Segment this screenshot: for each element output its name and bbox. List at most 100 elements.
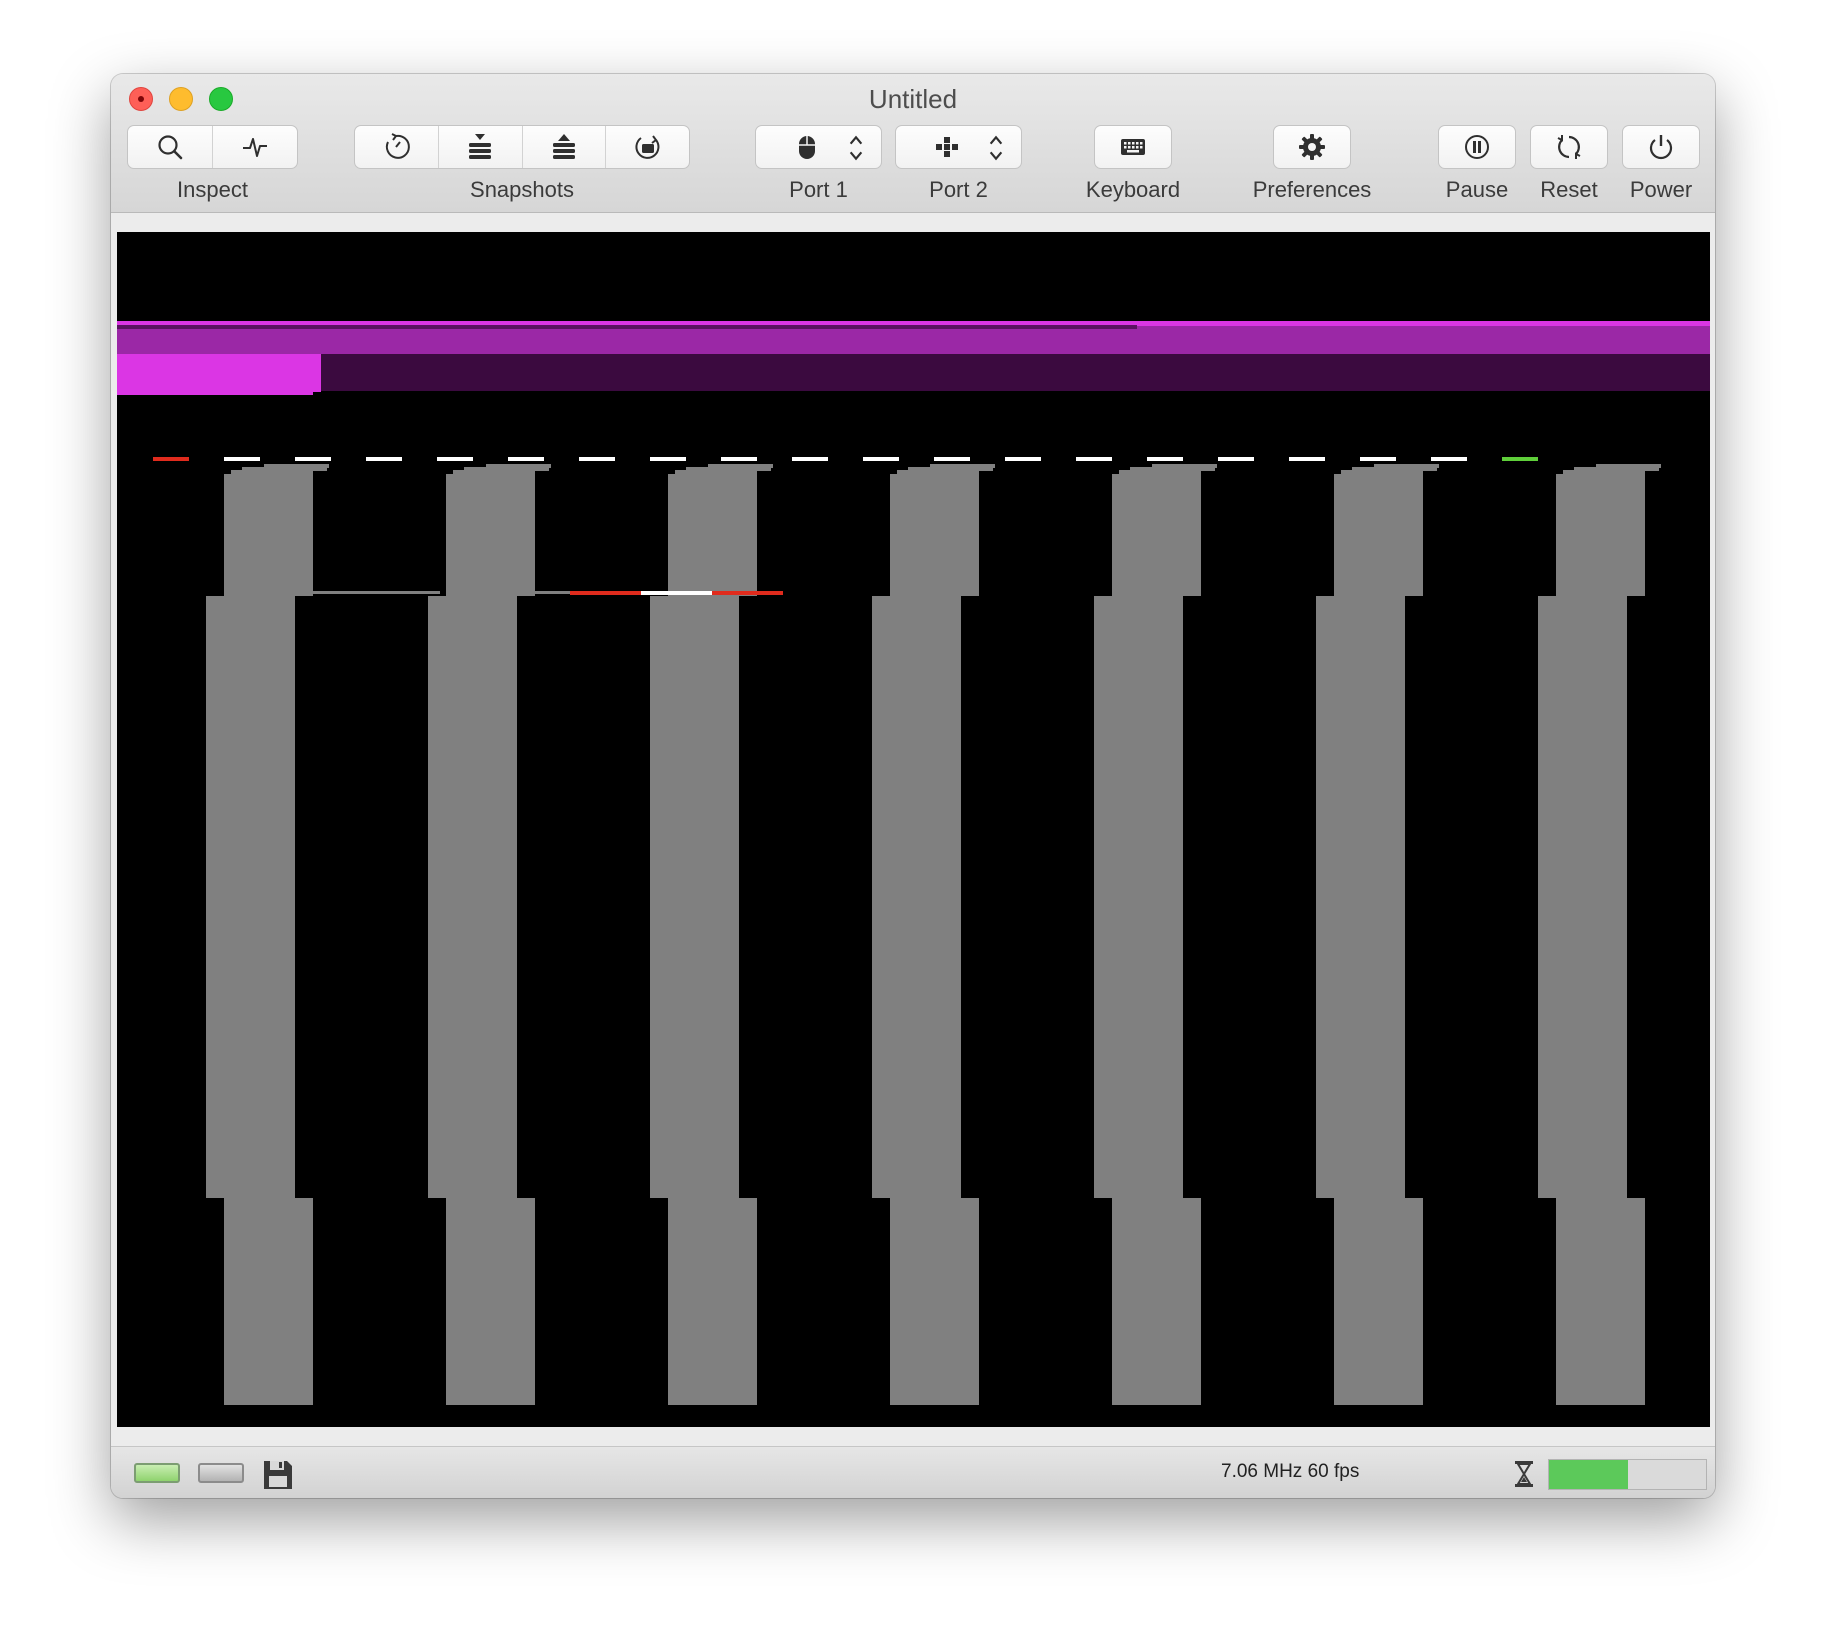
emulator-display (117, 321, 1710, 1405)
marker-dash (1502, 457, 1538, 461)
window-title: Untitled (868, 84, 958, 114)
pillar-middle-segment (1094, 596, 1183, 1198)
inspect-group (127, 125, 298, 169)
keyboard-cell[interactable] (1095, 126, 1171, 168)
browse-snapshots-icon (635, 135, 660, 159)
drive-df1-icon[interactable] (198, 1463, 244, 1483)
snapshots-group (354, 125, 690, 169)
activity-meter-fill (1549, 1460, 1628, 1489)
marker-dash (1289, 457, 1325, 461)
restore-snapshot-icon (552, 134, 575, 159)
reset-cell[interactable] (1531, 126, 1607, 168)
pillar-bottom-segment (1112, 1198, 1201, 1405)
pillar-middle-segment (650, 596, 739, 1198)
marker-dash (508, 457, 544, 461)
pillar-bottom-segment (890, 1198, 979, 1405)
magenta-block-edge (117, 391, 313, 395)
pillar-bottom-segment (1556, 1198, 1645, 1405)
gear-icon (1299, 134, 1325, 160)
preferences-cell[interactable] (1274, 126, 1350, 168)
pillar-top-segment (224, 474, 313, 596)
connector-line-red-2 (712, 591, 783, 595)
connector-line-1 (312, 591, 440, 594)
marker-dash (153, 457, 189, 461)
keyboard-icon (1121, 139, 1145, 155)
port2-label: Port 2 (929, 177, 988, 202)
marker-dash (1218, 457, 1254, 461)
pillar-top-segment (1334, 474, 1423, 596)
pillar-middle-segment (1538, 596, 1627, 1198)
port2-popup[interactable] (895, 125, 1022, 169)
connector-line-white (641, 591, 712, 595)
inspect-button[interactable] (128, 126, 213, 168)
port1-selector[interactable] (756, 126, 881, 168)
pause-icon (1465, 135, 1489, 159)
chevron-up-down-icon (989, 135, 1003, 161)
pillar-top-segment (1112, 474, 1201, 596)
marker-dash (1147, 457, 1183, 461)
power-button[interactable] (1622, 125, 1700, 169)
pillar-top-step (264, 464, 329, 468)
auto-snapshot-button[interactable] (355, 126, 439, 168)
pillar-top-segment (1556, 474, 1645, 596)
reset-icon (1557, 135, 1581, 159)
connector-line-red-1 (570, 591, 641, 595)
pause-label: Pause (1445, 177, 1509, 202)
emulator-window: Untitled Inspect Snapshots Port 1 Port 2… (111, 74, 1715, 1498)
auto-snapshot-icon (386, 133, 411, 159)
pillar-bottom-segment (224, 1198, 313, 1405)
reset-button[interactable] (1530, 125, 1608, 169)
preferences-button[interactable] (1273, 125, 1351, 169)
marker-dash (721, 457, 757, 461)
floppy-disk-icon[interactable] (261, 1458, 295, 1492)
title-bar: Untitled Inspect Snapshots Port 1 Port 2… (111, 74, 1715, 213)
marker-dash (1005, 457, 1041, 461)
port1-popup[interactable] (755, 125, 882, 169)
take-snapshot-icon (469, 134, 492, 159)
emulator-screen[interactable] (117, 232, 1710, 1427)
marker-dash (792, 457, 828, 461)
marker-dash (934, 457, 970, 461)
pillar-top-step (930, 464, 995, 468)
pause-button[interactable] (1438, 125, 1516, 169)
hourglass-icon[interactable] (1511, 1459, 1537, 1489)
status-bar: 7.06 MHz 60 fps (111, 1446, 1715, 1498)
pillar-middle-segment (206, 596, 295, 1198)
pillar-bottom-segment (1334, 1198, 1423, 1405)
pillar-bottom-segment (668, 1198, 757, 1405)
port2-selector[interactable] (896, 126, 1021, 168)
pillar-top-step (1596, 464, 1661, 468)
drive-df0-icon[interactable] (134, 1463, 180, 1483)
marker-dash (1360, 457, 1396, 461)
magenta-band-mid (117, 326, 1710, 354)
restore-snapshot-button[interactable] (523, 126, 607, 168)
pillar-middle-segment (1316, 596, 1405, 1198)
magenta-block (117, 354, 321, 392)
marker-dash (1076, 457, 1112, 461)
take-snapshot-button[interactable] (439, 126, 523, 168)
marker-row (153, 457, 1538, 461)
speed-readout: 7.06 MHz 60 fps (1221, 1461, 1360, 1482)
preferences-label: Preferences (1252, 177, 1372, 202)
activity-meter (1548, 1459, 1707, 1490)
joystick-icon (936, 137, 958, 157)
pause-cell[interactable] (1439, 126, 1515, 168)
inspect-label: Inspect (177, 177, 248, 202)
keyboard-button[interactable] (1094, 125, 1172, 169)
connector-line-2 (532, 591, 570, 594)
keyboard-label: Keyboard (1085, 177, 1181, 202)
browse-snapshots-button[interactable] (606, 126, 689, 168)
marker-dash (863, 457, 899, 461)
pillar-middle-segment (872, 596, 961, 1198)
pillar-middle-segment (428, 596, 517, 1198)
pillar-top-segment (890, 474, 979, 596)
power-icon (1649, 135, 1673, 160)
mouse-icon (799, 136, 815, 159)
pillar-top-step (1152, 464, 1217, 468)
monitor-button[interactable] (213, 126, 297, 168)
pillar-top-segment (668, 474, 757, 596)
magenta-band-dark (117, 354, 1710, 391)
power-cell[interactable] (1623, 126, 1699, 168)
pillar-top-step (708, 464, 773, 468)
pillar-top-segment (446, 474, 535, 596)
